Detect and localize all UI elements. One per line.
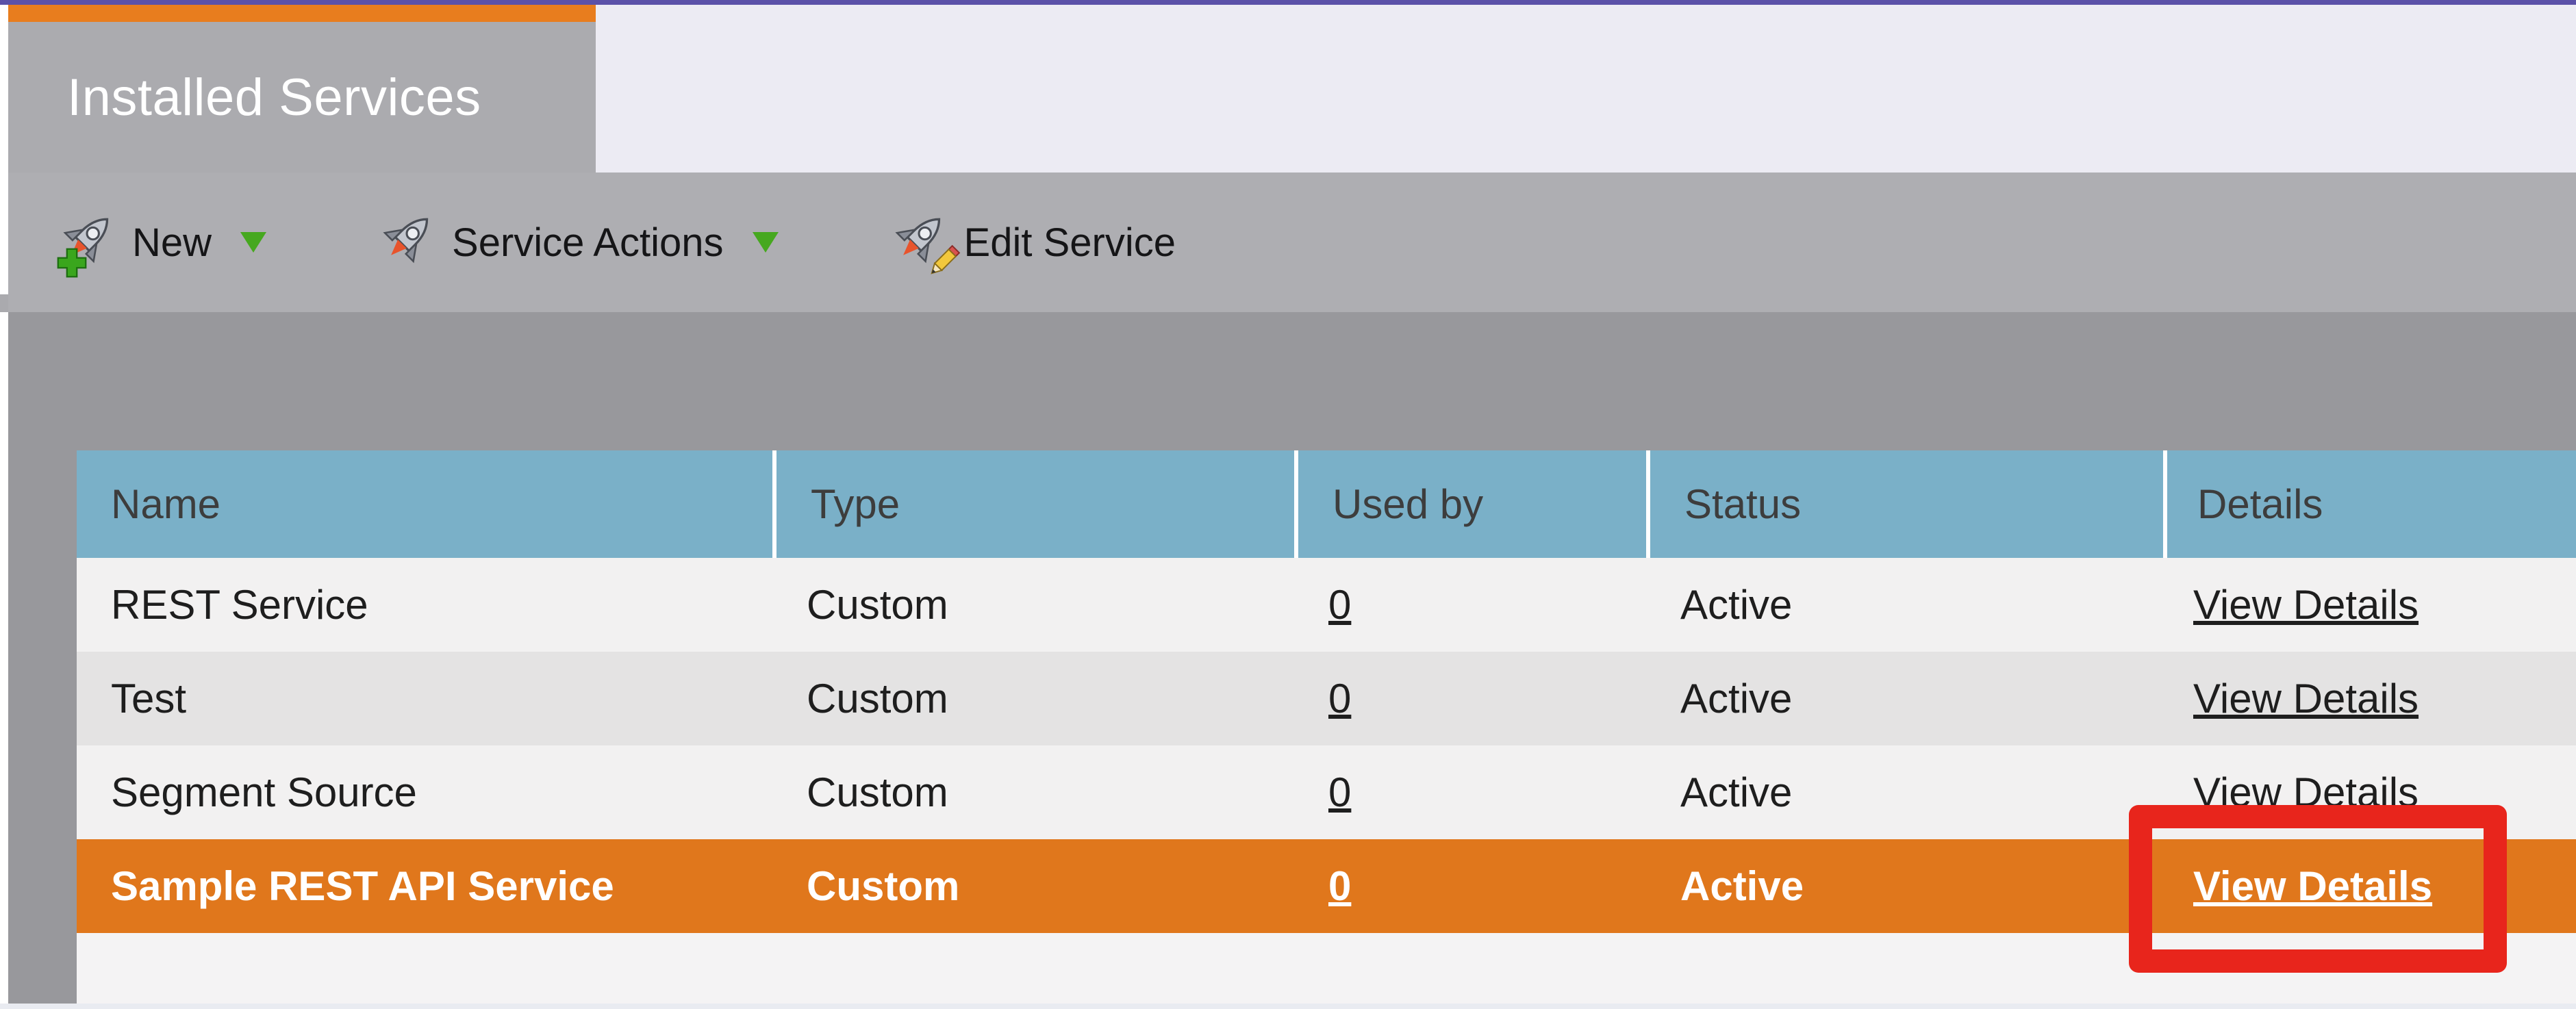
top-accent-bar xyxy=(0,0,2576,5)
column-header-details[interactable]: Details xyxy=(2163,450,2576,558)
cell-status: Active xyxy=(1680,676,1793,721)
new-button[interactable]: New xyxy=(57,211,267,278)
rocket-icon xyxy=(379,211,442,274)
page-title: Installed Services xyxy=(67,68,481,127)
pencil-badge-icon xyxy=(923,242,963,282)
active-tab-accent xyxy=(8,5,596,22)
view-details-link[interactable]: View Details xyxy=(2193,582,2419,628)
cell-name: REST Service xyxy=(111,582,368,628)
cell-status: Active xyxy=(1680,582,1793,628)
used-by-link[interactable]: 0 xyxy=(1328,863,1351,909)
new-button-label: New xyxy=(132,220,212,265)
dropdown-arrow-icon xyxy=(240,232,267,253)
column-header-type[interactable]: Type xyxy=(772,450,1294,558)
view-details-link[interactable]: View Details xyxy=(2193,676,2419,721)
cell-type: Custom xyxy=(807,863,960,909)
installed-services-page: Installed Services New Service Actions E… xyxy=(0,0,2576,1009)
service-actions-button-label: Service Actions xyxy=(452,220,724,265)
used-by-link[interactable]: 0 xyxy=(1328,582,1351,628)
bottom-edge-strip xyxy=(0,1004,2576,1009)
edit-service-button[interactable]: Edit Service xyxy=(892,211,1176,274)
edit-service-button-label: Edit Service xyxy=(963,220,1176,265)
used-by-link[interactable]: 0 xyxy=(1328,769,1351,815)
dropdown-arrow-icon xyxy=(752,232,779,253)
column-header-name[interactable]: Name xyxy=(77,450,772,558)
table-header-row: Name Type Used by Status Details xyxy=(77,450,2576,558)
cell-type: Custom xyxy=(807,582,948,628)
cell-type: Custom xyxy=(807,676,948,721)
column-header-status[interactable]: Status xyxy=(1646,450,2163,558)
cell-type: Custom xyxy=(807,769,948,815)
tab-strip-background xyxy=(596,5,2576,173)
table-row[interactable]: Test Custom 0 Active View Details xyxy=(77,652,2576,745)
plus-badge-icon xyxy=(54,245,90,281)
rocket-pencil-icon xyxy=(892,211,960,274)
rocket-plus-icon xyxy=(57,211,123,278)
left-edge-notch xyxy=(0,294,8,312)
toolbar: New Service Actions Edit Service xyxy=(8,173,2576,312)
tab-installed-services[interactable]: Installed Services xyxy=(8,22,596,173)
column-header-used-by[interactable]: Used by xyxy=(1294,450,1646,558)
table-row[interactable]: REST Service Custom 0 Active View Detail… xyxy=(77,558,2576,652)
service-actions-button[interactable]: Service Actions xyxy=(379,211,779,274)
cell-name: Sample REST API Service xyxy=(111,863,614,909)
annotation-red-box xyxy=(2129,805,2507,973)
cell-name: Test xyxy=(111,676,187,721)
cell-status: Active xyxy=(1680,769,1793,815)
cell-name: Segment Source xyxy=(111,769,417,815)
used-by-link[interactable]: 0 xyxy=(1328,676,1351,721)
cell-status: Active xyxy=(1680,863,1804,909)
